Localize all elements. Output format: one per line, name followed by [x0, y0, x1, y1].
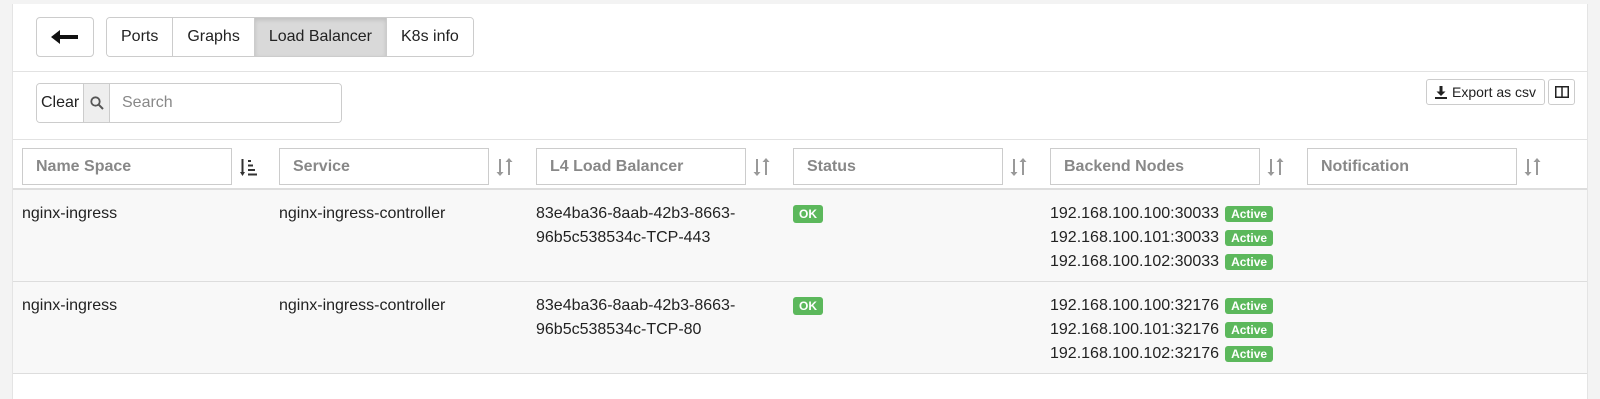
status-badge: OK — [793, 205, 823, 223]
node-status-badge: Active — [1225, 254, 1274, 270]
backend-node: 192.168.100.101:32176 Active — [1050, 318, 1274, 342]
sort-ascending-icon[interactable] — [238, 157, 258, 177]
status-cell: OK — [793, 202, 823, 226]
node-status-badge: Active — [1225, 206, 1274, 222]
column-label: Backend Nodes — [1064, 157, 1185, 175]
columns-icon — [1554, 86, 1569, 98]
table-header: Name Space Service L4 Load Balancer Stat… — [13, 140, 1587, 190]
column-filter-l4-load-balancer[interactable]: L4 Load Balancer — [536, 148, 746, 185]
export-csv-label: Export as csv — [1452, 84, 1537, 100]
column-filter-name-space[interactable]: Name Space — [22, 148, 232, 185]
status-cell: OK — [793, 294, 823, 318]
backend-node: 192.168.100.102:30033 Active — [1050, 250, 1274, 274]
search-addon — [84, 84, 110, 122]
column-filter-service[interactable]: Service — [279, 148, 489, 185]
backend-node: 192.168.100.101:30033 Active — [1050, 226, 1274, 250]
load-balancer-panel: Ports Graphs Load Balancer K8s info Clea… — [12, 4, 1588, 399]
download-icon — [1435, 85, 1447, 99]
column-label: L4 Load Balancer — [550, 157, 684, 175]
clear-button[interactable]: Clear — [37, 84, 85, 122]
node-status-badge: Active — [1225, 230, 1274, 246]
column-label: Service — [293, 157, 350, 175]
tab-ports[interactable]: Ports — [107, 18, 174, 56]
sort-icon[interactable] — [495, 157, 515, 177]
sort-icon[interactable] — [1523, 157, 1543, 177]
column-label: Name Space — [36, 157, 132, 175]
column-filter-status[interactable]: Status — [793, 148, 1003, 185]
top-nav-bar: Ports Graphs Load Balancer K8s info — [13, 4, 1587, 72]
status-badge: OK — [793, 297, 823, 315]
node-status-badge: Active — [1225, 322, 1274, 338]
load-balancer-cell: 83e4ba36-8aab-42b3-8663- 96b5c538534c-TC… — [536, 202, 735, 250]
view-tabs: Ports Graphs Load Balancer K8s info — [106, 17, 474, 57]
arrow-left-icon — [51, 30, 78, 44]
backend-nodes-cell: 192.168.100.100:32176 Active 192.168.100… — [1050, 294, 1274, 366]
node-status-badge: Active — [1225, 298, 1274, 314]
tab-k8s-info[interactable]: K8s info — [387, 18, 473, 56]
column-label: Status — [807, 157, 856, 175]
node-status-badge: Active — [1225, 346, 1274, 362]
backend-nodes-cell: 192.168.100.100:30033 Active 192.168.100… — [1050, 202, 1274, 274]
search-group: Clear — [36, 83, 342, 123]
namespace-cell: nginx-ingress — [22, 205, 118, 222]
backend-node-address: 192.168.100.100:32176 — [1050, 297, 1220, 314]
column-filter-notification[interactable]: Notification — [1307, 148, 1517, 185]
search-input[interactable] — [110, 84, 341, 122]
table-toolbar: Clear Export as csv — [13, 72, 1587, 140]
load-balancer-id-line1: 83e4ba36-8aab-42b3-8663- — [536, 297, 736, 314]
backend-node-address: 192.168.100.101:30033 — [1050, 229, 1220, 246]
load-balancer-id-line2: 96b5c538534c-TCP-80 — [536, 321, 702, 338]
search-icon — [90, 96, 104, 110]
backend-node-address: 192.168.100.102:32176 — [1050, 345, 1220, 362]
load-balancer-cell: 83e4ba36-8aab-42b3-8663- 96b5c538534c-TC… — [536, 294, 735, 342]
backend-node: 192.168.100.100:32176 Active — [1050, 294, 1274, 318]
load-balancer-id-line1: 83e4ba36-8aab-42b3-8663- — [536, 205, 736, 222]
backend-node-address: 192.168.100.100:30033 — [1050, 205, 1220, 222]
sort-icon[interactable] — [1266, 157, 1286, 177]
column-filter-backend-nodes[interactable]: Backend Nodes — [1050, 148, 1260, 185]
sort-icon[interactable] — [752, 157, 772, 177]
column-toggle-button[interactable] — [1548, 79, 1575, 105]
column-label: Notification — [1321, 157, 1409, 175]
backend-node: 192.168.100.100:30033 Active — [1050, 202, 1274, 226]
table-row[interactable]: nginx-ingress nginx-ingress-controller 8… — [13, 190, 1587, 282]
service-cell: nginx-ingress-controller — [279, 205, 446, 222]
load-balancer-id-line2: 96b5c538534c-TCP-443 — [536, 229, 711, 246]
backend-node-address: 192.168.100.101:32176 — [1050, 321, 1220, 338]
tab-graphs[interactable]: Graphs — [173, 18, 255, 56]
backend-node: 192.168.100.102:32176 Active — [1050, 342, 1274, 366]
backend-node-address: 192.168.100.102:30033 — [1050, 253, 1220, 270]
back-button[interactable] — [36, 17, 94, 57]
sort-icon[interactable] — [1009, 157, 1029, 177]
tab-load-balancer[interactable]: Load Balancer — [254, 18, 387, 56]
export-csv-button[interactable]: Export as csv — [1426, 79, 1546, 105]
table-row[interactable]: nginx-ingress nginx-ingress-controller 8… — [13, 282, 1587, 374]
service-cell: nginx-ingress-controller — [279, 297, 446, 314]
namespace-cell: nginx-ingress — [22, 297, 118, 314]
